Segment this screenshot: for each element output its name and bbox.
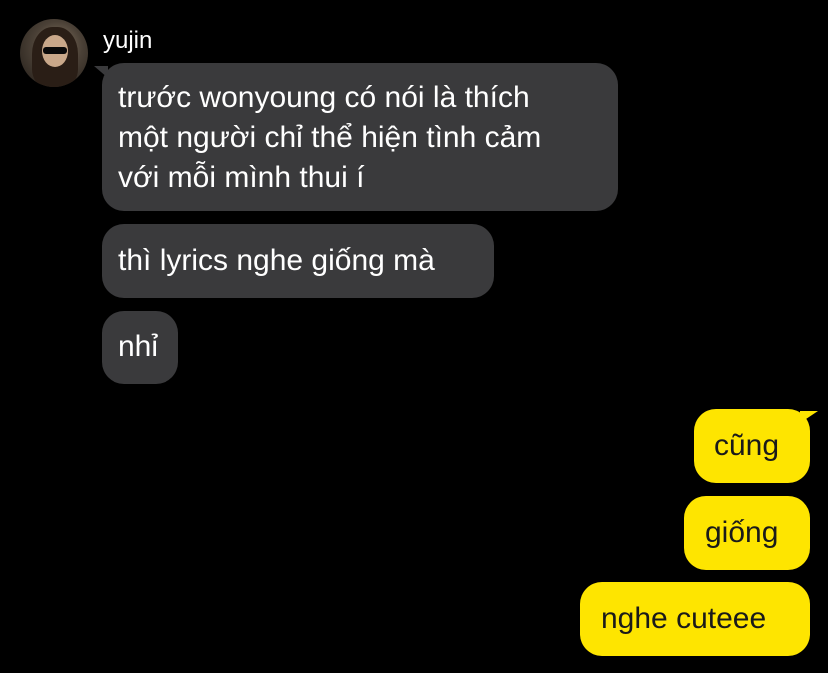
- message-line: một người chỉ thể hiện tình cảm: [118, 121, 542, 154]
- message-line: nhỉ: [118, 330, 159, 363]
- message-text: cũng: [714, 429, 780, 462]
- outgoing-message-2[interactable]: giống: [684, 496, 810, 570]
- message-line: với mỗi mình thui í: [118, 161, 365, 194]
- incoming-message-2[interactable]: thì lyrics nghe giống mà: [102, 224, 494, 298]
- incoming-message-1[interactable]: trước wonyoung có nói là thích một người…: [102, 63, 618, 211]
- outgoing-message-3[interactable]: nghe cuteee: [580, 582, 810, 656]
- message-line: thì lyrics nghe giống mà: [118, 244, 435, 277]
- avatar-sunglasses: [43, 47, 67, 54]
- message-line: trước wonyoung có nói là thích: [118, 81, 530, 114]
- outgoing-message-1[interactable]: cũng: [694, 409, 810, 483]
- incoming-message-3[interactable]: nhỉ: [102, 311, 178, 384]
- message-text: giống: [705, 516, 779, 549]
- sender-name[interactable]: yujin: [103, 26, 152, 56]
- message-text: nghe cuteee: [601, 602, 767, 635]
- avatar[interactable]: [20, 19, 88, 87]
